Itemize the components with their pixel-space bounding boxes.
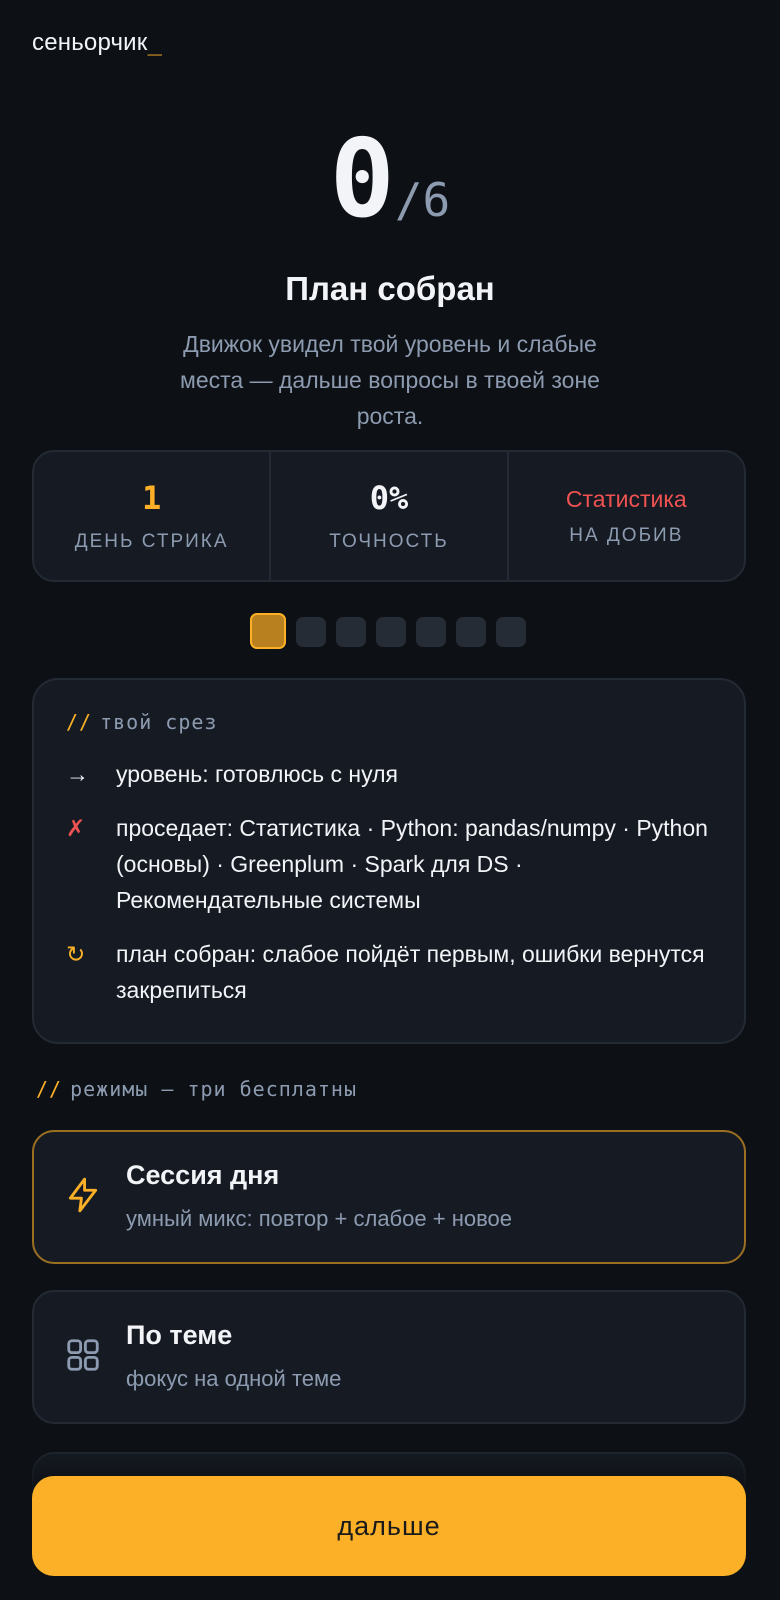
stat-weak-topic: Статистика НА ДОБИВ — [509, 452, 744, 580]
stat-accuracy-label: ТОЧНОСТЬ — [329, 531, 449, 552]
slice-item-weak: ✗ проседает: Статистика · Python: pandas… — [66, 810, 712, 918]
logo-text: сеньорчик — [32, 29, 148, 56]
modes-heading: // режимы — три бесплатны — [36, 1077, 357, 1101]
slice-card: //твой срез → уровень: готовлюсь с нуля … — [32, 678, 746, 1044]
next-button[interactable]: дальше — [32, 1476, 746, 1576]
slice-item-text: проседает: Статистика · Python: pandas/n… — [116, 815, 708, 913]
progress-dot — [416, 617, 446, 647]
progress-dot — [376, 617, 406, 647]
progress-dot — [496, 617, 526, 647]
page-subtitle: Движок увидел твой уровень и слабые мест… — [180, 331, 600, 429]
stat-accuracy-value: 0% — [369, 479, 409, 517]
stats-panel: 1 ДЕНЬ СТРИКА 0% ТОЧНОСТЬ Статистика НА … — [32, 450, 746, 582]
stat-weak-topic-value: Статистика — [565, 485, 687, 512]
mode-title: Сессия дня — [126, 1160, 280, 1190]
score-value: 0 — [329, 117, 395, 242]
progress-dot — [296, 617, 326, 647]
mode-daily-session[interactable]: Сессия дня умный микс: повтор + слабое +… — [32, 1130, 746, 1264]
progress-dots — [250, 613, 526, 651]
stat-weak-topic-label: НА ДОБИВ — [569, 524, 684, 546]
slice-item-plan: ↻ план собран: слабое пойдёт первым, оши… — [66, 936, 712, 1008]
mode-by-topic[interactable]: По теме фокус на одной теме — [32, 1290, 746, 1424]
score-display: 0/6 — [0, 126, 780, 234]
refresh-icon: ↻ — [66, 941, 86, 967]
mode-description: фокус на одной теме — [126, 1366, 342, 1391]
stat-accuracy: 0% ТОЧНОСТЬ — [271, 452, 509, 580]
modes-heading-text: режимы — три бесплатны — [70, 1077, 357, 1101]
app-logo[interactable]: сеньорчик_ — [32, 28, 162, 57]
slice-heading: // твой срез — [66, 710, 712, 734]
mode-title: По теме — [126, 1320, 233, 1350]
stat-streak-value: 1 — [142, 479, 162, 517]
slice-item-text: уровень: готовлюсь с нуля — [116, 761, 398, 787]
page-title: План собран — [285, 270, 495, 307]
mode-description: умный микс: повтор + слабое + новое — [126, 1206, 512, 1231]
progress-dot — [336, 617, 366, 647]
slice-item-text: план собран: слабое пойдёт первым, ошибк… — [116, 941, 705, 1003]
arrow-right-icon: → — [66, 761, 89, 787]
modes-heading-slashes: // — [36, 1077, 63, 1101]
grid-icon — [67, 1339, 99, 1371]
logo-cursor: _ — [147, 28, 163, 56]
slice-item-level: → уровень: готовлюсь с нуля — [66, 756, 712, 792]
slice-heading-text: твой срез — [100, 710, 218, 734]
stat-streak-label: ДЕНЬ СТРИКА — [74, 531, 229, 552]
lightning-icon — [68, 1177, 98, 1213]
stat-streak: 1 ДЕНЬ СТРИКА — [34, 452, 272, 580]
score-total: /6 — [394, 173, 451, 227]
cross-icon: ✗ — [66, 815, 86, 841]
progress-dot — [250, 613, 286, 649]
slice-heading-slashes: // — [66, 710, 93, 734]
page: сеньорчик_ 0/6 План собран Движок увидел… — [0, 0, 780, 1600]
progress-dot — [456, 617, 486, 647]
